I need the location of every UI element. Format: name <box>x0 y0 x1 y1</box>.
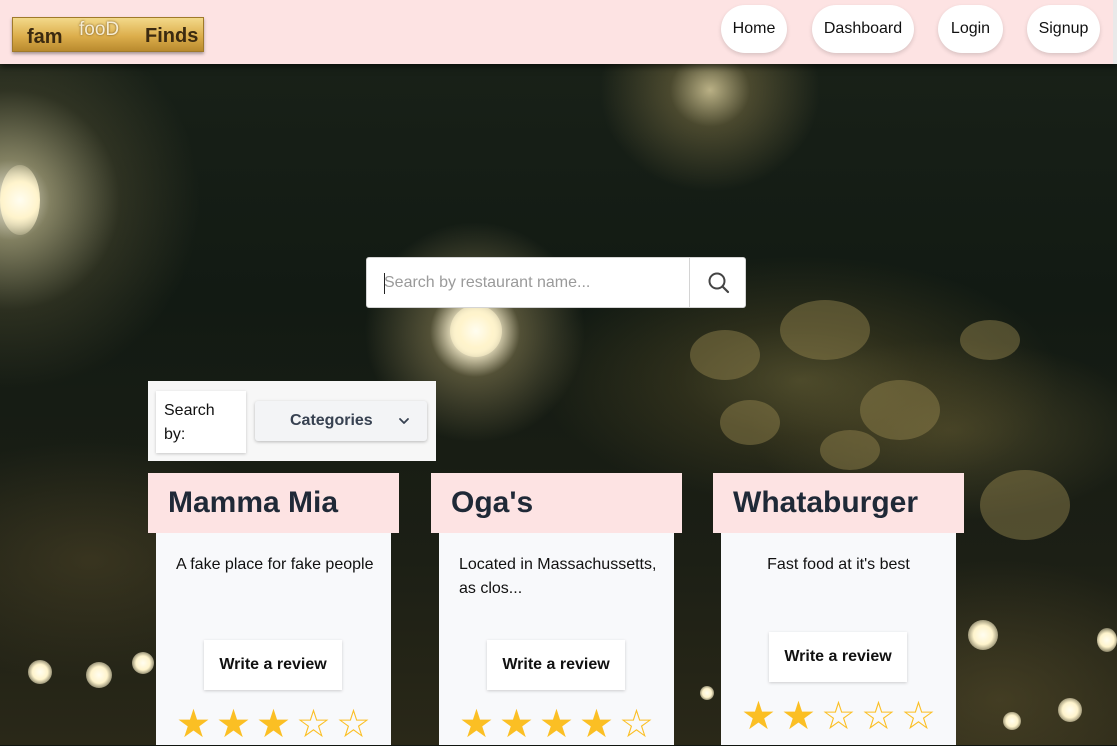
star-filled-icon[interactable]: ★ <box>739 697 779 737</box>
categories-dropdown[interactable]: Categories <box>255 401 427 441</box>
restaurant-description: Fast food at it's best <box>767 556 910 573</box>
categories-label: Categories <box>290 412 373 429</box>
star-filled-icon[interactable]: ★ <box>497 705 537 745</box>
famfood-finds-logo[interactable]: fam fooD Finds <box>12 17 204 52</box>
search-bar <box>366 257 746 308</box>
star-filled-icon[interactable]: ★ <box>577 705 617 745</box>
logo-word-fam: fam <box>27 26 63 48</box>
star-empty-icon[interactable]: ☆ <box>899 697 939 737</box>
restaurant-name[interactable]: Oga's <box>431 473 682 533</box>
restaurant-card: Oga's Located in Massachussetts, as clos… <box>431 473 682 745</box>
restaurant-card: Whataburger Fast food at it's best Write… <box>713 473 964 745</box>
star-filled-icon[interactable]: ★ <box>537 705 577 745</box>
star-filled-icon[interactable]: ★ <box>174 705 214 745</box>
restaurant-card-body: Located in Massachussetts, as clos... Wr… <box>439 533 674 745</box>
restaurant-description: A fake place for fake people <box>176 556 374 573</box>
logo-word-finds: Finds <box>145 25 199 47</box>
star-rating: ★ ★ ☆ ☆ ☆ <box>739 697 939 737</box>
restaurant-description: Located in Massachussetts, as clos... <box>459 556 657 597</box>
nav-signup-button[interactable]: Signup <box>1027 5 1100 53</box>
search-input[interactable] <box>367 258 689 307</box>
text-cursor <box>384 273 385 294</box>
star-empty-icon[interactable]: ☆ <box>294 705 334 745</box>
star-empty-icon[interactable]: ☆ <box>859 697 899 737</box>
restaurant-card: Mamma Mia A fake place for fake people W… <box>148 473 399 745</box>
restaurant-card-body: Fast food at it's best Write a review ★ ★… <box>721 533 956 745</box>
restaurant-name[interactable]: Whataburger <box>713 473 964 533</box>
search-button[interactable] <box>689 258 746 307</box>
nav-home-button[interactable]: Home <box>721 5 787 53</box>
nav-dashboard-button[interactable]: Dashboard <box>812 5 914 53</box>
search-by-label: Search by: <box>156 391 246 453</box>
star-rating: ★ ★ ★ ★ ☆ <box>457 705 657 745</box>
star-filled-icon[interactable]: ★ <box>254 705 294 745</box>
restaurant-card-body: A fake place for fake people Write a rev… <box>156 533 391 745</box>
star-filled-icon[interactable]: ★ <box>214 705 254 745</box>
star-empty-icon[interactable]: ☆ <box>617 705 657 745</box>
write-review-button[interactable]: Write a review <box>769 632 907 682</box>
nav-login-button[interactable]: Login <box>938 5 1003 53</box>
write-review-button[interactable]: Write a review <box>204 640 342 690</box>
star-empty-icon[interactable]: ☆ <box>334 705 374 745</box>
restaurant-name[interactable]: Mamma Mia <box>148 473 399 533</box>
search-icon <box>708 272 730 294</box>
navbar: fam fooD Finds Home Dashboard Login Sign… <box>0 0 1117 64</box>
star-rating: ★ ★ ★ ☆ ☆ <box>174 705 374 745</box>
star-filled-icon[interactable]: ★ <box>779 697 819 737</box>
write-review-button[interactable]: Write a review <box>487 640 625 690</box>
star-empty-icon[interactable]: ☆ <box>819 697 859 737</box>
filter-panel: Search by: Categories <box>148 381 436 461</box>
logo-word-food: fooD <box>79 19 120 40</box>
star-filled-icon[interactable]: ★ <box>457 705 497 745</box>
chevron-down-icon <box>399 418 409 424</box>
